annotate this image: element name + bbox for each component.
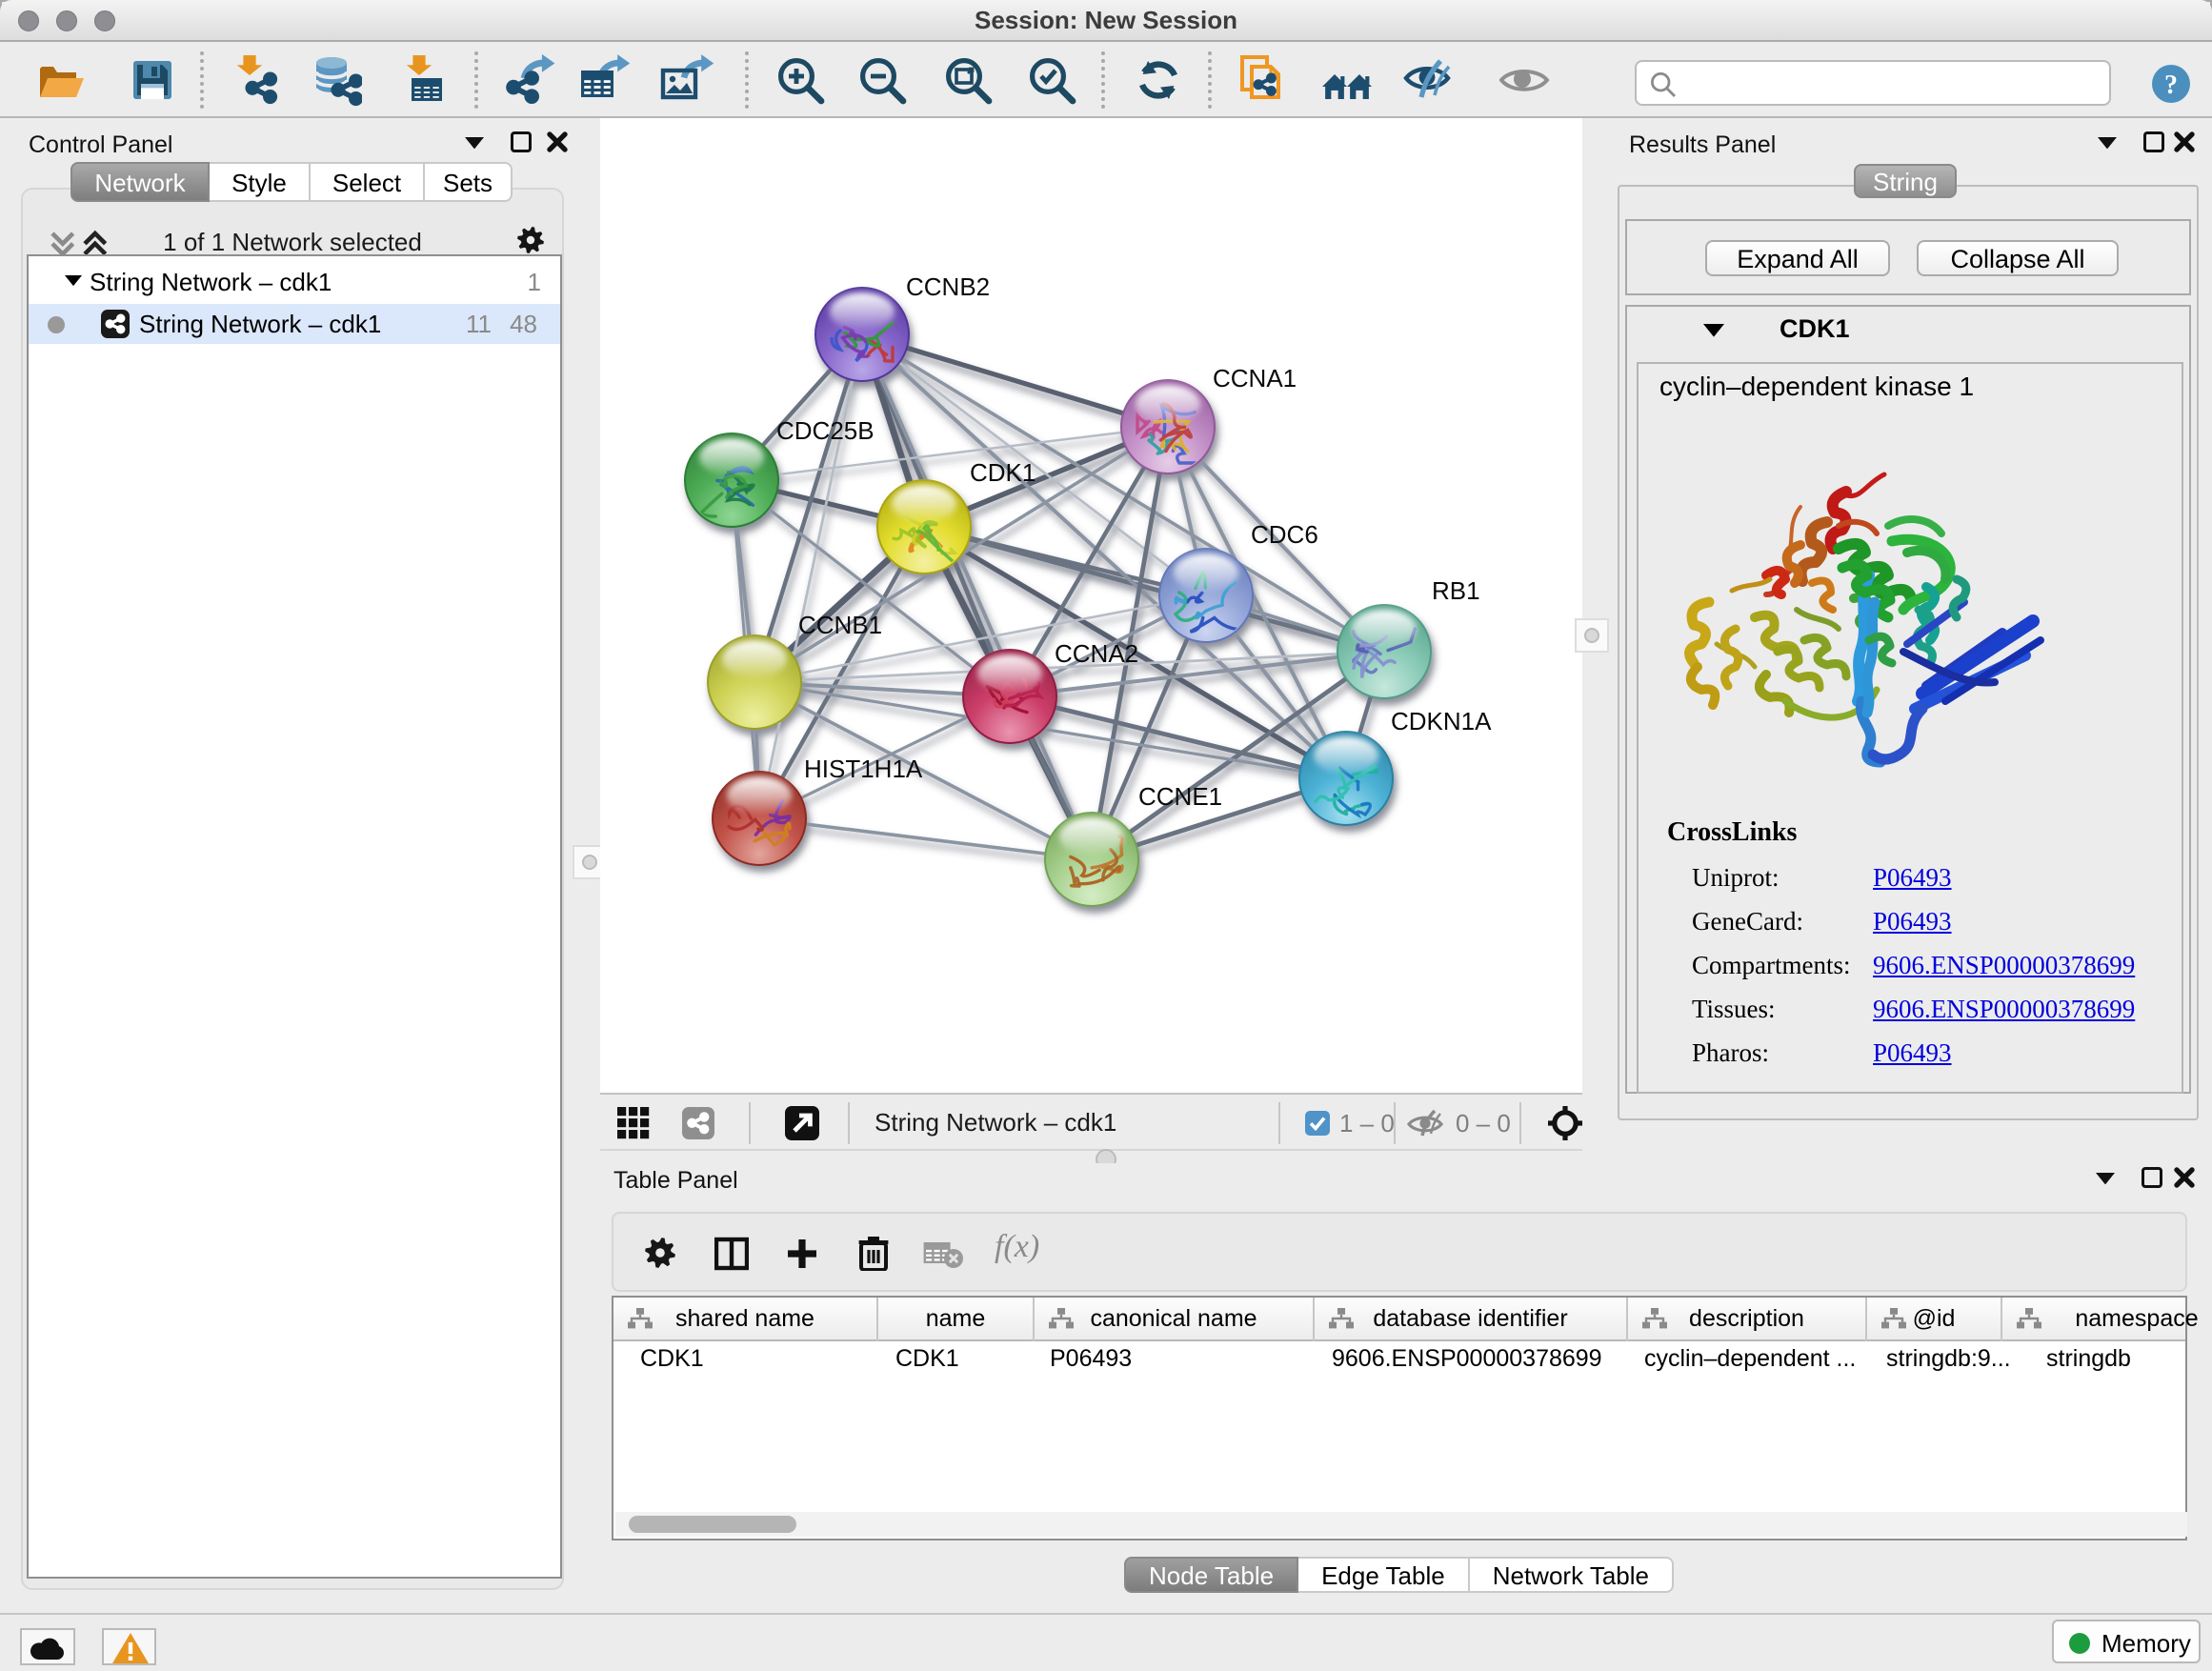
- svg-text:HIST1H1A: HIST1H1A: [804, 755, 923, 783]
- svg-text:CCNB2: CCNB2: [906, 272, 990, 301]
- svg-text:CDC25B: CDC25B: [776, 416, 875, 445]
- svg-text:CCNE1: CCNE1: [1138, 782, 1222, 811]
- svg-text:?: ?: [2164, 70, 2178, 100]
- svg-text:CCNA2: CCNA2: [1055, 639, 1138, 668]
- svg-text:CDKN1A: CDKN1A: [1391, 707, 1492, 735]
- svg-text:CDC6: CDC6: [1251, 520, 1318, 549]
- svg-text:CDK1: CDK1: [970, 458, 1036, 487]
- svg-text:CCNB1: CCNB1: [798, 611, 882, 639]
- svg-text:RB1: RB1: [1432, 576, 1480, 605]
- svg-text:CCNA1: CCNA1: [1213, 364, 1297, 393]
